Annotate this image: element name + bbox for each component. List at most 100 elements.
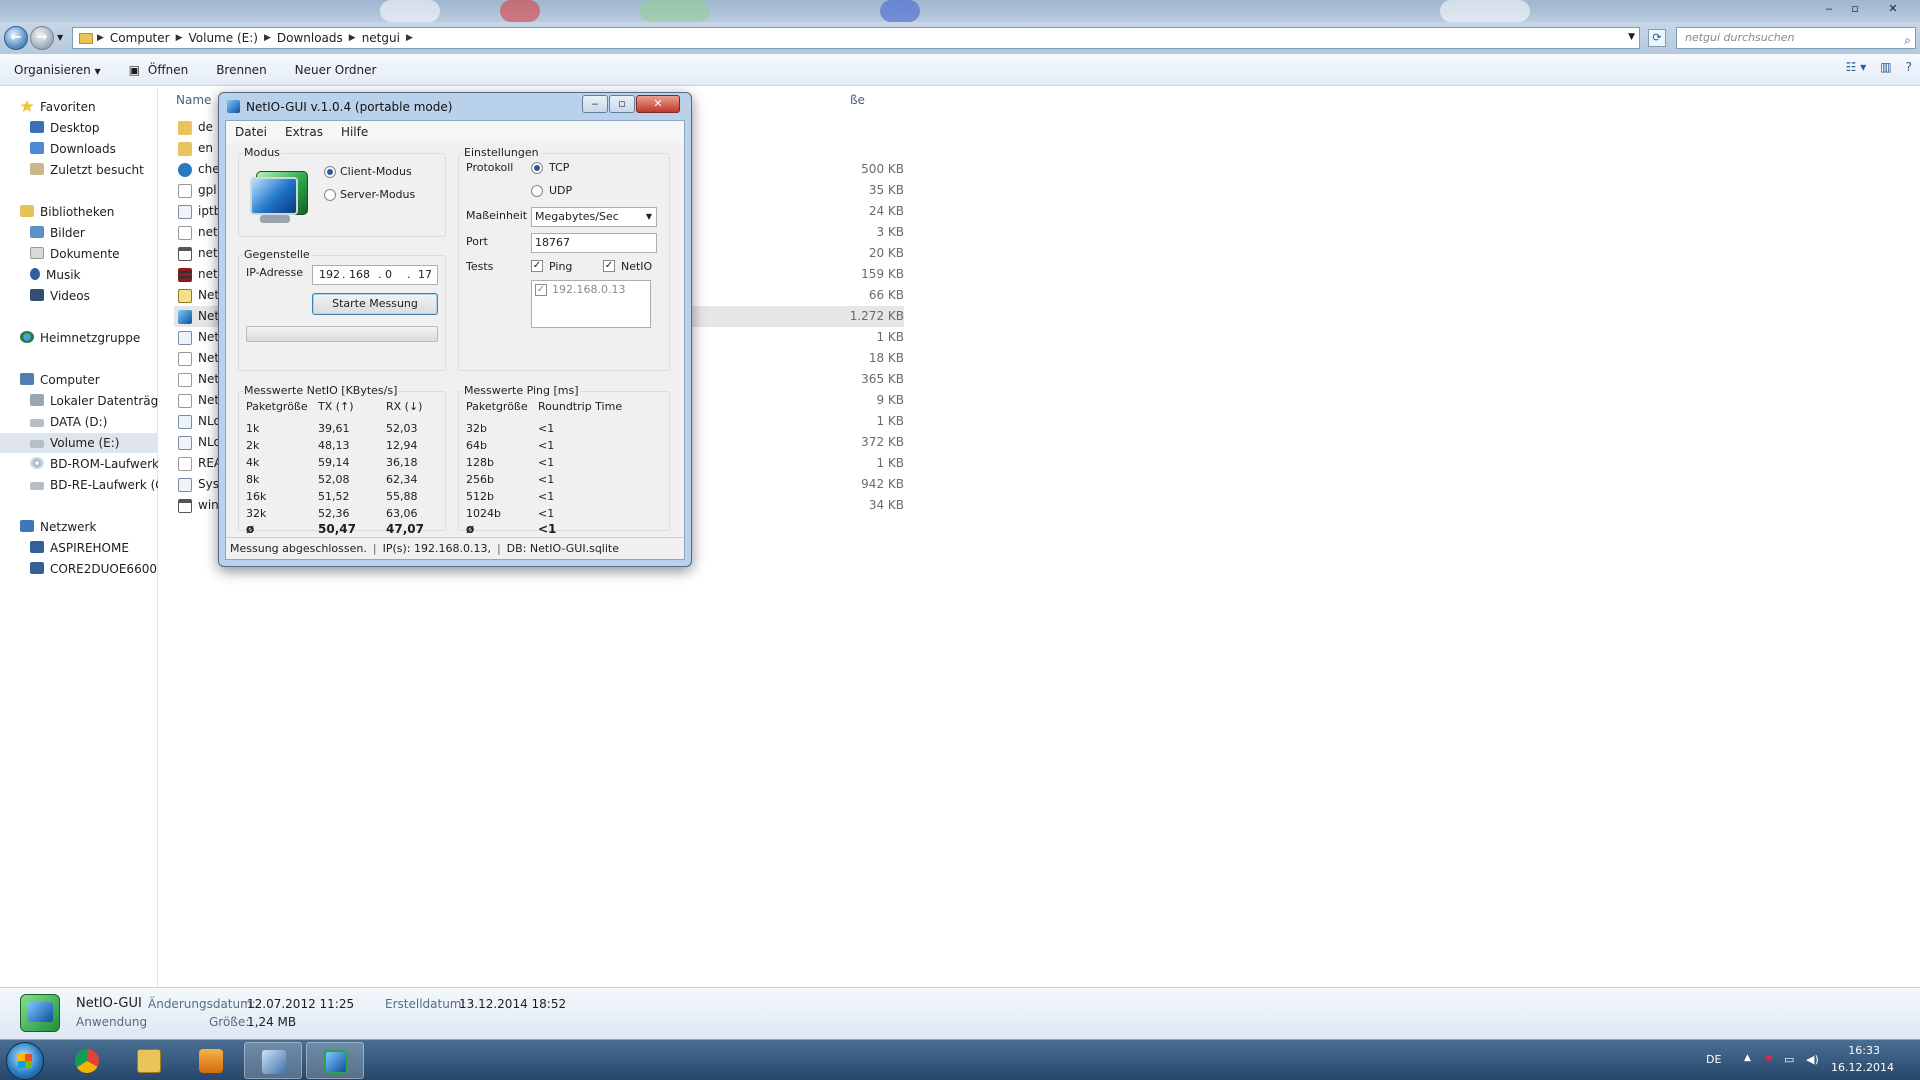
network-computer-icon — [30, 541, 44, 553]
nav-item-data-d[interactable]: DATA (D:) — [0, 412, 158, 432]
close-button[interactable]: ✕ — [1880, 1, 1906, 17]
ip-octet-2[interactable]: 168 — [349, 266, 370, 284]
breadcrumb-chevron-icon[interactable]: ▶ — [176, 33, 183, 43]
search-input[interactable]: netgui durchsuchen ⌕ — [1676, 27, 1916, 49]
dialog-close-button[interactable]: ✕ — [636, 95, 680, 113]
dialog-title: NetIO-GUI v.1.0.4 (portable mode) — [227, 97, 452, 117]
nav-item-documents[interactable]: Dokumente — [0, 244, 158, 264]
open-button[interactable]: ▣ Öffnen — [115, 63, 202, 77]
clock-time[interactable]: 16:33 — [1848, 1044, 1880, 1057]
netio-row-size: 32k — [246, 507, 267, 520]
breadcrumb-chevron-icon[interactable]: ▶ — [349, 33, 356, 43]
minimize-button[interactable]: ‒ — [1816, 1, 1842, 17]
nav-computer[interactable]: Computer — [0, 370, 158, 390]
nav-homegroup[interactable]: Heimnetzgruppe — [0, 328, 158, 348]
ip-octet-3[interactable]: 0 — [385, 266, 392, 284]
unit-select[interactable]: Megabytes/Sec ▼ — [531, 207, 657, 227]
nav-item-recent[interactable]: Zuletzt besucht — [0, 160, 158, 180]
clock-date[interactable]: 16.12.2014 — [1831, 1061, 1894, 1074]
host-entry[interactable]: 192.168.0.13 — [552, 281, 625, 299]
nav-item-desktop[interactable]: Desktop — [0, 118, 158, 138]
view-options-icon[interactable]: ☷ ▾ — [1846, 60, 1867, 74]
taskbar-network-app[interactable] — [244, 1042, 302, 1079]
netio-checkbox[interactable]: ✓ — [603, 260, 615, 272]
nav-item-downloads[interactable]: Downloads — [0, 139, 158, 159]
refresh-button[interactable]: ⟳ — [1648, 29, 1666, 47]
nav-item-bd-rom[interactable]: BD-ROM-Laufwerk ( — [0, 454, 158, 474]
start-measurement-button[interactable]: Starte Messung — [312, 293, 438, 315]
ping-row-rtt: <1 — [538, 422, 555, 435]
client-mode-label[interactable]: Client-Modus — [340, 165, 412, 178]
udp-label[interactable]: UDP — [549, 184, 572, 197]
preview-pane-icon[interactable]: ▥ — [1880, 60, 1891, 74]
new-folder-button[interactable]: Neuer Ordner — [281, 63, 391, 77]
start-button[interactable] — [6, 1042, 44, 1080]
netio-row-rx: 52,03 — [386, 422, 418, 435]
burn-button[interactable]: Brennen — [202, 63, 280, 77]
nav-favorites-label: Favoriten — [40, 100, 96, 114]
breadcrumb-netgui[interactable]: netgui — [356, 31, 406, 45]
column-header-name[interactable]: Name — [176, 93, 211, 107]
column-header-size[interactable]: ße — [850, 93, 865, 107]
history-dropdown-icon[interactable]: ▼ — [57, 33, 63, 42]
tcp-label[interactable]: TCP — [549, 161, 569, 174]
breadcrumb-chevron-icon[interactable]: ▶ — [406, 33, 413, 43]
nav-item-core2duo[interactable]: CORE2DUOE6600 — [0, 559, 158, 579]
port-input[interactable]: 18767 — [531, 233, 657, 253]
nav-item-pictures[interactable]: Bilder — [0, 223, 158, 243]
forward-button[interactable]: → — [30, 26, 54, 50]
server-mode-radio[interactable] — [324, 189, 336, 201]
action-center-flag-icon[interactable]: ⚑ — [1764, 1053, 1774, 1066]
address-bar[interactable]: ▶ Computer ▶ Volume (E:) ▶ Downloads ▶ n… — [72, 27, 1640, 49]
nav-item-volume-e[interactable]: Volume (E:) — [0, 433, 158, 453]
dialog-maximize-button[interactable]: ▫ — [609, 95, 635, 113]
breadcrumb-chevron-icon[interactable]: ▶ — [97, 33, 104, 43]
netio-col-tx: TX (↑) — [318, 400, 354, 413]
network-tray-icon[interactable]: ▭ — [1784, 1053, 1794, 1066]
taskbar-media-player[interactable] — [182, 1042, 240, 1079]
ping-checkbox[interactable]: ✓ — [531, 260, 543, 272]
organize-button[interactable]: Organisieren ▼ — [0, 63, 115, 77]
settings-file-icon — [178, 205, 192, 219]
server-mode-label[interactable]: Server-Modus — [340, 188, 415, 201]
volume-icon[interactable]: ◀) — [1806, 1053, 1819, 1066]
nav-item-aspirehome[interactable]: ASPIREHOME — [0, 538, 158, 558]
menu-hilfe[interactable]: Hilfe — [332, 125, 377, 139]
nav-favorites[interactable]: Favoriten — [0, 97, 158, 117]
nav-item-local-disk[interactable]: Lokaler Datenträger — [0, 391, 158, 411]
nav-network[interactable]: Netzwerk — [0, 517, 158, 537]
ip-address-input[interactable]: 192 . 168 . 0 . 17 — [312, 265, 438, 285]
host-list[interactable]: ✓ 192.168.0.13 — [531, 280, 651, 328]
menu-extras[interactable]: Extras — [276, 125, 332, 139]
chevron-down-icon[interactable]: ▼ — [1628, 32, 1635, 42]
maximize-button[interactable]: ▫ — [1842, 1, 1868, 17]
nav-item-bd-re[interactable]: BD-RE-Laufwerk (G:) — [0, 475, 158, 495]
application-window-icon — [178, 247, 192, 261]
tcp-radio[interactable] — [531, 162, 543, 174]
ping-label[interactable]: Ping — [549, 260, 572, 273]
ip-octet-1[interactable]: 192 — [319, 266, 340, 284]
ip-octet-4[interactable]: 17 — [418, 266, 432, 284]
client-mode-radio[interactable] — [324, 166, 336, 178]
search-icon[interactable]: ⌕ — [1904, 30, 1911, 50]
breadcrumb-computer[interactable]: Computer — [104, 31, 176, 45]
nav-item-videos[interactable]: Videos — [0, 286, 158, 306]
udp-radio[interactable] — [531, 185, 543, 197]
dialog-minimize-button[interactable]: ‒ — [582, 95, 608, 113]
nav-libraries[interactable]: Bibliotheken — [0, 202, 158, 222]
back-button[interactable]: ← — [4, 26, 28, 50]
language-indicator[interactable]: DE — [1706, 1053, 1721, 1066]
taskbar-chrome[interactable] — [58, 1042, 116, 1079]
host-checkbox[interactable]: ✓ — [535, 284, 547, 296]
taskbar-netio-gui[interactable] — [306, 1042, 364, 1079]
file-size: 1 KB — [876, 456, 904, 470]
taskbar-explorer[interactable] — [120, 1042, 178, 1079]
netio-label[interactable]: NetIO — [621, 260, 652, 273]
menu-datei[interactable]: Datei — [226, 125, 276, 139]
breadcrumb-downloads[interactable]: Downloads — [271, 31, 349, 45]
breadcrumb-chevron-icon[interactable]: ▶ — [264, 33, 271, 43]
help-icon[interactable]: ? — [1906, 60, 1912, 74]
nav-item-music[interactable]: Musik — [0, 265, 158, 285]
show-hidden-icons-icon[interactable]: ▲ — [1744, 1053, 1751, 1063]
breadcrumb-volume-e[interactable]: Volume (E:) — [183, 31, 264, 45]
